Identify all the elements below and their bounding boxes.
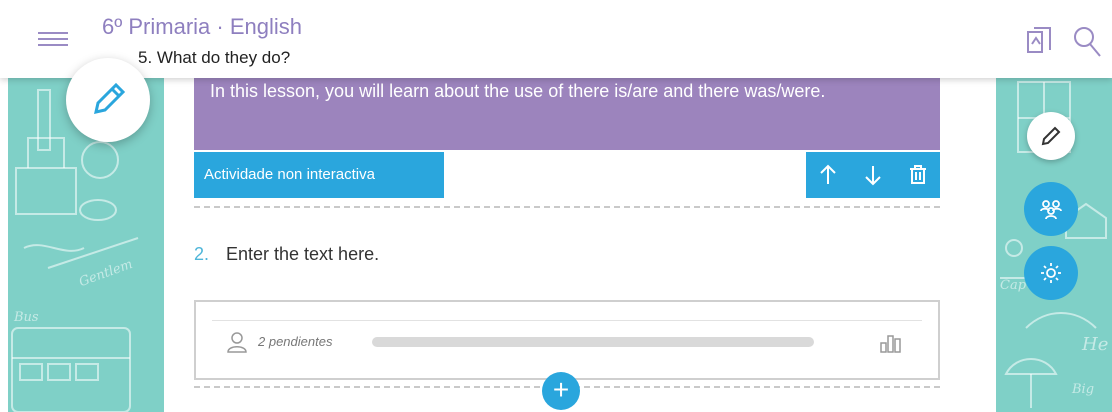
- search-icon[interactable]: [1070, 24, 1104, 58]
- group-icon: [1040, 200, 1062, 220]
- progress-row: 2 pendientes: [212, 320, 922, 363]
- decor-word-big: Big: [1072, 382, 1095, 397]
- groups-button[interactable]: [1024, 182, 1078, 236]
- app-header: 6º Primaria · English 5. What do they do…: [0, 0, 1112, 78]
- hamburger-icon: [38, 32, 68, 34]
- lesson-content: In this lesson, you will learn about the…: [164, 78, 996, 412]
- add-activity-button[interactable]: +: [542, 372, 580, 410]
- decor-word-bus: Bus: [14, 310, 39, 325]
- question-number: 2.: [194, 244, 210, 264]
- arrow-down-icon[interactable]: [860, 162, 886, 188]
- hamburger-icon-line: [38, 38, 68, 40]
- decor-word-cap: Cap: [1000, 278, 1027, 293]
- pencil-icon: [94, 82, 126, 114]
- settings-button[interactable]: [1024, 246, 1078, 300]
- person-icon: [226, 331, 248, 353]
- edit-button-right[interactable]: [1027, 112, 1075, 160]
- gear-icon: [1041, 263, 1061, 283]
- arrow-up-icon[interactable]: [815, 162, 841, 188]
- pencil-icon: [1041, 126, 1061, 146]
- course-title: 6º Primaria · English: [102, 14, 302, 39]
- unit-title: 5. What do they do?: [138, 48, 291, 67]
- bar-chart-icon[interactable]: [878, 331, 904, 353]
- hamburger-icon-line: [38, 44, 68, 46]
- decor-word-he: He: [1082, 334, 1109, 355]
- question-text-editable[interactable]: Enter the text here.: [226, 244, 379, 265]
- progress-bar: [372, 337, 814, 347]
- section-divider: [194, 206, 940, 208]
- edit-mode-button[interactable]: [66, 58, 150, 142]
- plus-icon: +: [552, 374, 570, 405]
- lesson-intro-banner: In this lesson, you will learn about the…: [194, 78, 940, 150]
- progress-panel: 2 pendientes: [194, 300, 940, 380]
- pending-count: 2 pendientes: [258, 334, 333, 349]
- lesson-intro-text: In this lesson, you will learn about the…: [210, 81, 826, 101]
- trash-icon[interactable]: [905, 162, 931, 188]
- activity-toolbar: [806, 152, 940, 198]
- activity-type-tag[interactable]: Actividade non interactiva: [194, 152, 444, 198]
- menu-button[interactable]: [38, 32, 68, 50]
- book-icon[interactable]: [1022, 24, 1056, 58]
